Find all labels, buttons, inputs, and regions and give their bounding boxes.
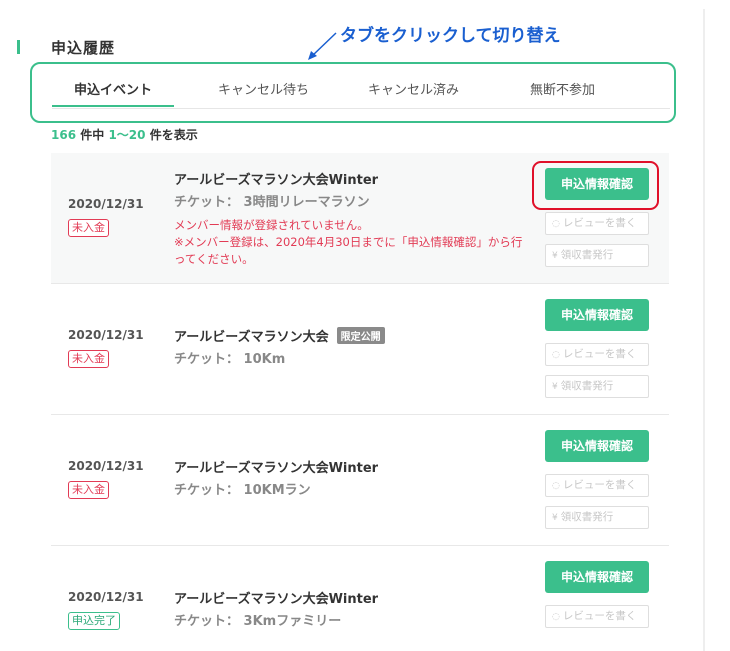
status-badge: 未入金 <box>68 481 109 499</box>
tab-no-show[interactable]: 無断不参加 <box>530 79 595 98</box>
issue-receipt-button[interactable]: ¥ 領収書発行 <box>545 375 649 398</box>
confirm-button-highlight <box>532 161 659 210</box>
tab-waitlist[interactable]: キャンセル待ち <box>218 79 309 98</box>
display-range: 1〜20 <box>108 128 146 142</box>
confirm-application-button[interactable]: 申込情報確認 <box>545 561 649 593</box>
event-title[interactable]: アールビーズマラソン大会Winter <box>174 588 378 607</box>
speech-bubble-icon: ◌ <box>552 350 560 360</box>
application-row: 2020/12/31 未入金 アールビーズマラソン大会 限定公開 チケット： 10… <box>51 284 669 415</box>
confirm-application-button[interactable]: 申込情報確認 <box>545 430 649 462</box>
limited-badge: 限定公開 <box>336 327 385 344</box>
panel-edge <box>703 9 705 651</box>
section-accent-bar <box>17 40 20 54</box>
tab-applied-events[interactable]: 申込イベント <box>74 79 152 98</box>
yen-icon: ¥ <box>552 513 558 523</box>
speech-bubble-icon: ◌ <box>552 481 560 491</box>
event-date: 2020/12/31 <box>68 459 144 473</box>
write-review-button[interactable]: ◌ レビューを書く <box>545 212 649 235</box>
tabs-divider <box>52 108 670 109</box>
status-badge: 未入金 <box>68 350 109 368</box>
event-title[interactable]: アールビーズマラソン大会 限定公開 <box>174 326 385 345</box>
ticket-name: チケット： 10Km <box>174 352 286 367</box>
total-count: 166 <box>51 128 77 142</box>
event-date: 2020/12/31 <box>68 197 144 211</box>
write-review-button[interactable]: ◌ レビューを書く <box>545 474 649 497</box>
ticket-name: チケット： 3時間リレーマラソン <box>174 195 370 210</box>
event-date: 2020/12/31 <box>68 590 144 604</box>
speech-bubble-icon: ◌ <box>552 612 560 622</box>
application-row: 2020/12/31 未入金 アールビーズマラソン大会Winter チケット： … <box>51 415 669 546</box>
yen-icon: ¥ <box>552 251 558 261</box>
yen-icon: ¥ <box>552 382 558 392</box>
result-count: 166 件中 1〜20 件を表示 <box>51 128 198 142</box>
write-review-button[interactable]: ◌ レビューを書く <box>545 605 649 628</box>
member-warning: メンバー情報が登録されていません。 ※メンバー登録は、2020年4月30日までに… <box>174 218 523 266</box>
event-date: 2020/12/31 <box>68 328 144 342</box>
speech-bubble-icon: ◌ <box>552 219 560 229</box>
page-title: 申込履歴 <box>51 39 116 57</box>
tab-cancelled[interactable]: キャンセル済み <box>368 79 459 98</box>
issue-receipt-button[interactable]: ¥ 領収書発行 <box>545 244 649 267</box>
confirm-application-button[interactable]: 申込情報確認 <box>545 299 649 331</box>
annotation-callout: タブをクリックして切り替え <box>340 26 561 46</box>
event-title[interactable]: アールビーズマラソン大会Winter <box>174 169 378 188</box>
issue-receipt-button[interactable]: ¥ 領収書発行 <box>545 506 649 529</box>
event-title[interactable]: アールビーズマラソン大会Winter <box>174 457 378 476</box>
active-tab-indicator <box>52 105 174 107</box>
application-row: 2020/12/31 申込完了 アールビーズマラソン大会Winter チケット：… <box>51 546 669 651</box>
status-badge: 未入金 <box>68 219 109 237</box>
write-review-button[interactable]: ◌ レビューを書く <box>545 343 649 366</box>
ticket-name: チケット： 3Kmファミリー <box>174 614 342 629</box>
status-badge: 申込完了 <box>68 612 120 630</box>
ticket-name: チケット： 10KMラン <box>174 483 311 498</box>
annotation-arrow-icon <box>308 32 337 60</box>
